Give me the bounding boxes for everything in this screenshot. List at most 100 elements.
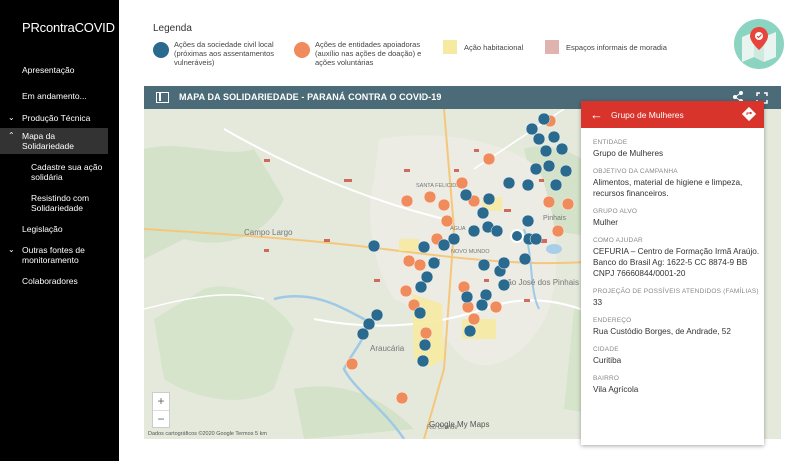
blue-marker[interactable] — [539, 144, 553, 158]
star-icon[interactable]: ● — [420, 92, 425, 101]
blue-marker[interactable] — [418, 338, 432, 352]
blue-marker[interactable] — [460, 290, 474, 304]
field-value-entidade: Grupo de Mulheres — [593, 149, 664, 158]
field-label-projecao: Projeção de possíveis atendidos (família… — [593, 288, 759, 295]
legend-toggle-icon[interactable] — [156, 92, 169, 103]
blue-marker[interactable] — [482, 192, 496, 206]
zoom-out-button[interactable]: − — [153, 410, 169, 427]
blue-marker[interactable] — [549, 178, 563, 192]
sidebar-item-colaboradores[interactable]: Colaboradores — [0, 273, 119, 289]
sidebar-item-legislacao[interactable]: Legislação — [0, 221, 119, 237]
blue-marker[interactable] — [521, 178, 535, 192]
map-logo-svg — [742, 27, 776, 62]
sidebar-item-em-andamento[interactable]: Em andamento... — [0, 88, 119, 104]
sidebar-item-resistindo[interactable]: Resistindo com Solidariedade — [0, 190, 119, 216]
field-value-grupo-alvo: Mulher — [593, 218, 619, 227]
orange-circle-icon — [294, 42, 310, 58]
blue-marker[interactable] — [467, 224, 481, 238]
sidebar-item-outras-fontes[interactable]: ⌄ Outras fontes de monitoramento — [0, 242, 119, 268]
orange-marker[interactable] — [542, 195, 556, 209]
orange-marker[interactable] — [413, 258, 427, 272]
orange-marker[interactable] — [489, 300, 503, 314]
blue-marker[interactable] — [525, 122, 539, 136]
orange-marker[interactable] — [482, 152, 496, 166]
map-credits: Dados cartográficos ©2020 Google Termos … — [148, 431, 267, 437]
sidebar-item-label: Produção Técnica — [22, 113, 91, 123]
place-label: Pinhais — [543, 215, 566, 222]
selected-marker-inner[interactable] — [512, 231, 522, 241]
zoom-control: + − — [152, 392, 170, 428]
sidebar-item-label: Em andamento... — [22, 91, 87, 101]
sidebar-item-cadastre[interactable]: Cadastre sua ação solidária — [0, 159, 119, 185]
orange-marker[interactable] — [551, 224, 565, 238]
legend-label: Espaços informais de moradia — [566, 43, 667, 52]
field-value-como-ajudar: CEFURIA – Centro de Formação Irmã Araújo… — [593, 247, 760, 278]
blue-marker[interactable] — [555, 142, 569, 156]
blue-marker[interactable] — [532, 132, 546, 146]
blue-marker[interactable] — [518, 252, 532, 266]
legend-label: Ações da sociedade civil local (próximas… — [174, 40, 275, 67]
blue-marker[interactable] — [502, 176, 516, 190]
orange-marker[interactable] — [399, 284, 413, 298]
orange-marker[interactable] — [455, 176, 469, 190]
chevron-down-icon: ⌄ — [8, 245, 15, 254]
orange-marker[interactable] — [437, 198, 451, 212]
panel-header: ← Grupo de Mulheres — [581, 101, 764, 128]
blue-marker[interactable] — [537, 112, 551, 126]
sidebar-item-label: Legislação — [22, 224, 63, 234]
place-label: São José dos Pinhais — [502, 278, 579, 287]
orange-marker[interactable] — [345, 357, 359, 371]
blue-marker[interactable] — [476, 206, 490, 220]
back-arrow-icon[interactable]: ← — [590, 107, 603, 122]
blue-marker[interactable] — [356, 327, 370, 341]
blue-marker[interactable] — [463, 324, 477, 338]
blue-marker[interactable] — [414, 280, 428, 294]
blue-marker[interactable] — [417, 240, 431, 254]
blue-marker[interactable] — [475, 298, 489, 312]
blue-marker[interactable] — [459, 188, 473, 202]
map-pin-logo-icon — [734, 19, 784, 69]
field-value-endereco: Rua Custódio Borges, de Andrade, 52 — [593, 327, 731, 336]
blue-marker[interactable] — [416, 354, 430, 368]
blue-marker[interactable] — [490, 224, 504, 238]
sidebar-item-mapa[interactable]: ⌃ Mapa da Solidariedade — [0, 128, 108, 154]
field-label-como-ajudar: Como ajudar — [593, 237, 643, 244]
feature-detail-panel: ← Grupo de Mulheres Entidade Grupo de Mu… — [581, 101, 764, 445]
orange-marker[interactable] — [400, 194, 414, 208]
orange-marker[interactable] — [419, 326, 433, 340]
blue-marker[interactable] — [521, 214, 535, 228]
sidebar-item-label: Cadastre sua ação solidária — [31, 162, 103, 182]
blue-marker[interactable] — [367, 239, 381, 253]
blue-marker[interactable] — [437, 238, 451, 252]
yellow-square-icon — [443, 40, 457, 54]
blue-marker[interactable] — [529, 162, 543, 176]
site-brand[interactable]: PRcontraCOVID — [22, 20, 115, 35]
place-label: Araucária — [370, 344, 405, 353]
place-label: ÁGUA — [450, 225, 466, 232]
google-my-maps-logo: Google My Maps — [429, 420, 489, 429]
blue-marker[interactable] — [559, 164, 573, 178]
blue-marker[interactable] — [497, 278, 511, 292]
place-label: NOVO MUNDO — [451, 249, 490, 255]
blue-marker[interactable] — [529, 232, 543, 246]
orange-marker[interactable] — [561, 197, 575, 211]
blue-marker[interactable] — [427, 256, 441, 270]
orange-marker[interactable] — [402, 254, 416, 268]
sidebar-item-apresentacao[interactable]: Apresentação — [0, 62, 119, 78]
field-value-objetivo: Alimentos, material de higiene e limpeza… — [593, 178, 743, 198]
blue-marker[interactable] — [542, 159, 556, 173]
orange-marker[interactable] — [440, 214, 454, 228]
blue-marker[interactable] — [497, 256, 511, 270]
orange-marker[interactable] — [395, 391, 409, 405]
sidebar-item-label: Colaboradores — [22, 276, 78, 286]
blue-marker[interactable] — [477, 258, 491, 272]
directions-icon[interactable] — [741, 106, 757, 126]
orange-marker[interactable] — [467, 312, 481, 326]
legend-label: Ação habitacional — [464, 43, 524, 52]
blue-marker[interactable] — [547, 130, 561, 144]
zoom-in-button[interactable]: + — [153, 393, 169, 410]
sidebar-item-producao-tecnica[interactable]: ⌄ Produção Técnica — [0, 110, 119, 126]
orange-marker[interactable] — [423, 190, 437, 204]
blue-marker[interactable] — [413, 306, 427, 320]
pink-square-icon — [545, 40, 559, 54]
